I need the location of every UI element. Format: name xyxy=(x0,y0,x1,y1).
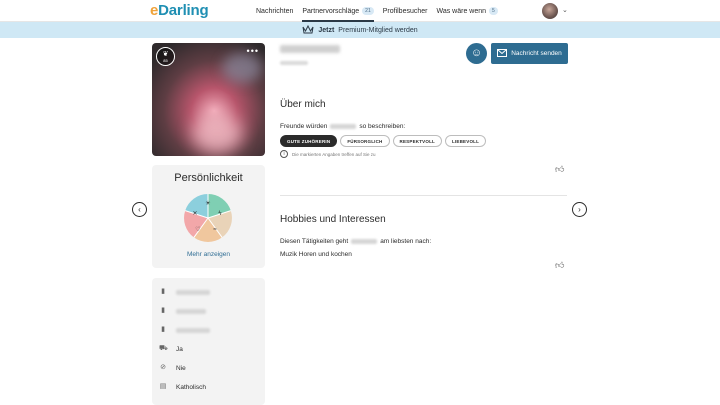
fact-row: ▤ Katholisch xyxy=(159,383,206,391)
personality-card: Persönlichkeit ☀ ϟ ≈ ♡ ✕ Mehr anzeigen xyxy=(152,165,265,268)
nav-item-nachrichten[interactable]: Nachrichten xyxy=(256,0,293,22)
top-navigation: eDarling Nachrichten Partnervorschläge 21… xyxy=(0,0,720,22)
like-about-button[interactable]: 👍︎ xyxy=(555,164,564,175)
chevron-down-icon[interactable]: ⌄ xyxy=(562,6,568,14)
logo[interactable]: eDarling xyxy=(150,2,209,19)
match-score-badge[interactable]: ❦ 85 xyxy=(156,47,175,66)
more-options-icon[interactable]: ••• xyxy=(247,46,259,56)
fact-row: ▮ xyxy=(159,307,206,315)
bulb-icon: ☀ xyxy=(205,200,210,207)
blurred-name xyxy=(330,124,357,129)
person-icon: ▮ xyxy=(161,307,165,314)
fact-row: ⛟ Ja xyxy=(159,345,183,353)
premium-bold: Jetzt xyxy=(318,26,335,34)
fact-value: Nie xyxy=(176,364,186,372)
hobbies-title: Hobbies und Interessen xyxy=(280,214,386,225)
profile-name xyxy=(280,45,340,53)
logo-text: Darling xyxy=(158,2,209,19)
nav-label: Was wäre wenn xyxy=(436,7,487,15)
trait-tag: FÜRSORGLICH xyxy=(340,135,390,147)
count-badge: 5 xyxy=(489,7,498,15)
nav-item-partnervorschlaege[interactable]: Partnervorschläge 21 xyxy=(302,0,375,22)
blurred-value xyxy=(176,327,210,333)
tools-icon: ✕ xyxy=(192,211,197,217)
hobbies-value: Muzik Horen und kochen xyxy=(280,251,352,258)
blurred-value xyxy=(176,308,206,314)
trait-tag: LIEBEVOLL xyxy=(444,135,487,147)
premium-text: Premium-Mitglied werden xyxy=(338,26,418,34)
count-badge: 21 xyxy=(362,7,374,15)
photo-blur xyxy=(222,53,262,83)
premium-banner[interactable]: Jetzt Premium-Mitglied werden xyxy=(0,22,720,38)
blurred-value xyxy=(176,289,210,295)
blurred-name xyxy=(351,239,378,244)
info-note-text: Die markierten Angaben treffen auf Sie z… xyxy=(292,151,376,157)
user-avatar[interactable] xyxy=(542,3,558,19)
envelope-icon xyxy=(497,48,508,59)
trait-tag: GUTE ZUHÖRERIN xyxy=(280,135,338,147)
profile-photo[interactable]: ❦ 85 ••• xyxy=(152,43,265,156)
religion-icon: ▤ xyxy=(159,383,167,390)
smoking-icon: ⊘ xyxy=(160,364,166,371)
profile-subtitle xyxy=(280,61,308,65)
fact-row: ▮ xyxy=(159,288,210,296)
fact-value: Katholisch xyxy=(176,383,206,391)
kids-icon: ⛟ xyxy=(159,345,168,352)
fact-row: ⊘ Nie xyxy=(159,364,186,372)
about-title: Über mich xyxy=(280,99,326,110)
activities-prefix: Diesen Tätigkeiten geht xyxy=(280,238,349,245)
more-personality-link[interactable]: Mehr anzeigen xyxy=(152,251,265,258)
smile-button[interactable]: ☺ xyxy=(466,43,487,64)
nav-label: Profilbesucher xyxy=(382,7,428,15)
photo-blur xyxy=(192,113,242,153)
personality-chart[interactable]: ☀ ϟ ≈ ♡ ✕ xyxy=(183,193,233,243)
ruler-icon: ▮ xyxy=(161,288,165,295)
trait-tags: GUTE ZUHÖRERIN FÜRSORGLICH RESPEKTVOLL L… xyxy=(280,135,487,147)
crown-icon xyxy=(302,24,314,36)
thumbs-up-icon: 👍︎ xyxy=(555,260,565,270)
send-message-label: Nachricht senden xyxy=(511,50,562,57)
profile-facts-card: ▮ ▮ ▮ ⛟ Ja ⊘ Nie ▤ Katholisch xyxy=(152,278,265,405)
heart-icon: ♡ xyxy=(195,226,200,233)
friends-description-label: Freunde würden so beschreiben: xyxy=(280,123,405,130)
friends-prefix: Freunde würden xyxy=(280,123,328,130)
like-hobbies-button[interactable]: 👍︎ xyxy=(555,260,564,271)
building-icon: ▮ xyxy=(161,326,165,333)
personality-title: Persönlichkeit xyxy=(174,172,243,184)
logo-prefix: e xyxy=(150,2,159,19)
activities-suffix: am liebsten nach: xyxy=(380,238,432,245)
divider xyxy=(280,195,567,196)
fact-row: ▮ xyxy=(159,326,210,334)
nav-label: Partnervorschläge xyxy=(302,7,360,15)
send-message-button[interactable]: Nachricht senden xyxy=(491,43,568,64)
trait-tag: RESPEKTVOLL xyxy=(392,135,442,147)
nav-item-profilbesucher[interactable]: Profilbesucher xyxy=(383,0,428,22)
main-nav: Nachrichten Partnervorschläge 21 Profilbe… xyxy=(256,0,498,22)
next-profile-button[interactable]: › xyxy=(572,202,587,217)
smile-icon: ☺ xyxy=(470,47,483,59)
thumbs-up-icon: 👍︎ xyxy=(555,164,565,174)
nav-label: Nachrichten xyxy=(256,7,294,15)
fact-value: Ja xyxy=(176,345,183,353)
info-note: i Die markierten Angaben treffen auf Sie… xyxy=(280,150,375,158)
leaf-icon: ❦ xyxy=(162,51,169,58)
activities-label: Diesen Tätigkeiten geht am liebsten nach… xyxy=(280,238,431,245)
info-icon: i xyxy=(280,150,288,158)
match-score: 85 xyxy=(163,58,168,63)
friends-suffix: so beschreiben: xyxy=(359,123,406,130)
nav-item-was-waere-wenn[interactable]: Was wäre wenn 5 xyxy=(436,0,498,22)
prev-profile-button[interactable]: ‹ xyxy=(132,202,147,217)
